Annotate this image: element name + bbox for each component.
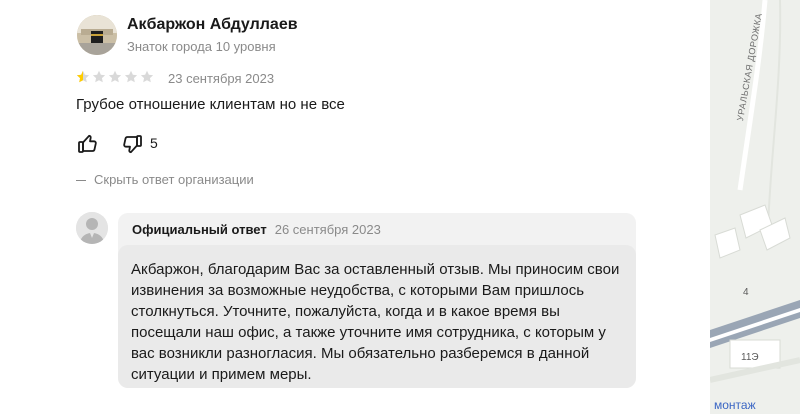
star-icon [76, 70, 90, 83]
dash-icon [76, 180, 86, 182]
thumbs-down-icon [123, 135, 142, 154]
like-button[interactable] [77, 133, 99, 155]
hide-answer-label: Скрыть ответ организации [94, 172, 254, 187]
author-name[interactable]: Акбаржон Абдуллаев [127, 16, 298, 34]
review-text: Грубое отношение клиентам но не все [76, 96, 345, 113]
answer-text: Акбаржон, благодарим Вас за оставленный … [118, 245, 636, 388]
organization-avatar [76, 212, 108, 244]
user-placeholder-icon [76, 212, 108, 244]
map-house-number: 11Э [741, 352, 759, 363]
official-answer-card: Официальный ответ 26 сентября 2023 Акбарж… [118, 213, 636, 388]
dislike-button[interactable] [121, 133, 143, 155]
map-house-number: 4 [743, 287, 749, 298]
review-date: 23 сентября 2023 [168, 71, 275, 86]
answer-header: Официальный ответ 26 сентября 2023 [132, 222, 381, 237]
dislike-count: 5 [150, 135, 158, 151]
star-icon [124, 70, 138, 83]
rating-stars [76, 70, 154, 84]
star-icon [108, 70, 122, 83]
hide-answer-link[interactable]: Скрыть ответ организации [76, 172, 254, 187]
review-card: Акбаржон Абдуллаев Знаток города 10 уров… [0, 0, 710, 414]
answer-date: 26 сентября 2023 [274, 222, 381, 237]
author-level: Знаток города 10 уровня [127, 39, 276, 54]
answer-title: Официальный ответ [132, 222, 267, 237]
thumbs-up-icon [78, 134, 97, 153]
star-icon [140, 70, 154, 83]
author-avatar[interactable] [77, 15, 117, 55]
star-icon [92, 70, 106, 83]
map-place-label[interactable]: монтаж [714, 398, 756, 412]
